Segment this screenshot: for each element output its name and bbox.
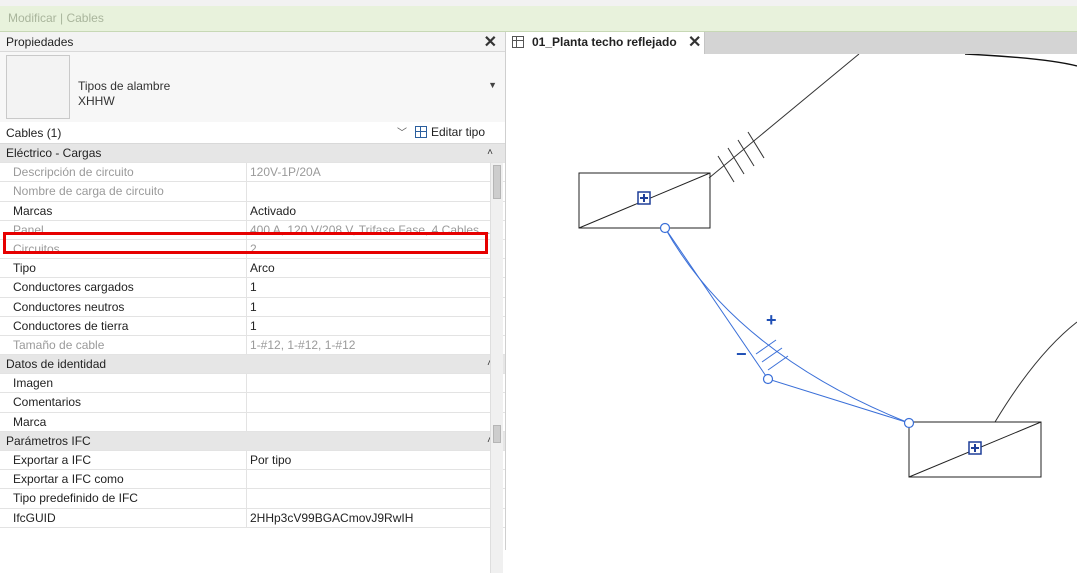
property-name: Tamaño de cable (0, 335, 247, 355)
property-name: Comentarios (0, 393, 247, 412)
property-value[interactable] (248, 413, 492, 431)
property-row[interactable]: Conductores de tierra 1 (0, 316, 505, 336)
wire-grip[interactable] (659, 222, 671, 234)
property-name: Imagen (0, 374, 247, 393)
selected-wire[interactable] (664, 227, 910, 424)
property-row[interactable]: IfcGUID 2HHp3cV99BGACmovJ9RwIH (0, 508, 505, 528)
scroll-thumb[interactable] (493, 165, 501, 199)
property-value[interactable] (248, 393, 492, 411)
property-value[interactable] (248, 374, 492, 392)
close-icon[interactable]: ✕ (688, 32, 701, 52)
type-preview-image (6, 55, 70, 119)
property-name: Exportar a IFC como (0, 470, 247, 489)
property-name: Nombre de carga de circuito (0, 182, 247, 201)
properties-header: Propiedades ✕ (0, 32, 505, 52)
context-ribbon: Modificar | Cables (0, 6, 1077, 32)
property-grid: Eléctrico - Cargas ˄ Descripción de circ… (0, 144, 505, 528)
property-row[interactable]: Conductores cargados 1 (0, 278, 505, 298)
wire-tick (737, 139, 755, 167)
property-value[interactable]: 2HHp3cV99BGACmovJ9RwIH (248, 509, 492, 527)
wire-tick (755, 339, 777, 355)
property-row[interactable]: Descripción de circuito 120V-1P/20A (0, 163, 505, 183)
property-row[interactable]: Tipo Arco (0, 259, 505, 279)
property-name: Conductores neutros (0, 297, 247, 316)
property-value[interactable]: 1 (248, 278, 492, 296)
floor-plan-icon (512, 36, 524, 48)
wire-tick (761, 347, 783, 363)
property-row[interactable]: Comentarios (0, 393, 505, 413)
property-name: IfcGUID (0, 508, 247, 527)
property-row[interactable]: Imagen (0, 374, 505, 394)
property-value: 1-#12, 1-#12, 1-#12 (250, 337, 356, 352)
group-title: Eléctrico - Cargas (6, 146, 102, 160)
wire-tick (747, 131, 765, 159)
ceiling-line (708, 53, 860, 179)
drawing-svg: + − (578, 53, 1077, 478)
wire-grip[interactable] (762, 373, 774, 385)
instance-filter[interactable]: Cables (1) ﹀ Editar tipo (0, 122, 505, 144)
properties-palette: Propiedades ✕ Tipos de alambre XHHW ▼ Ca… (0, 32, 506, 573)
selected-wire[interactable] (664, 227, 910, 424)
group-title: Datos de identidad (6, 357, 107, 372)
group-title: Parámetros IFC (6, 433, 91, 448)
property-name: Conductores de tierra (0, 316, 247, 335)
property-name: Marcas (0, 201, 247, 220)
property-scrollbar[interactable] (490, 163, 503, 573)
view-tab-title: 01_Planta techo reflejado (532, 35, 677, 49)
property-value[interactable] (248, 489, 492, 507)
edit-type-button[interactable]: Editar tipo (415, 125, 485, 139)
ceiling-arc-top (964, 53, 1077, 67)
edit-type-icon (415, 126, 427, 138)
property-row[interactable]: Tipo predefinido de IFC (0, 489, 505, 509)
property-name: Tipo (0, 259, 247, 278)
drawing-canvas[interactable]: + − (506, 53, 1077, 550)
property-row[interactable]: Nombre de carga de circuito (0, 182, 505, 202)
dropdown-arrow-icon[interactable]: ▼ (488, 80, 497, 90)
property-value (248, 182, 492, 200)
wire-tick (727, 147, 745, 175)
property-name: Tipo predefinido de IFC (0, 489, 247, 508)
wire-tick (767, 355, 789, 371)
property-row-marcas[interactable]: Marcas Activado (0, 201, 505, 221)
property-value: 120V-1P/20A (250, 165, 321, 180)
property-value[interactable]: Arco (248, 259, 492, 277)
group-header-identity[interactable]: Datos de identidad ˄ (0, 355, 505, 375)
property-value[interactable]: 1 (248, 317, 492, 335)
property-row[interactable]: Marca (0, 412, 505, 432)
wire-grip[interactable] (903, 417, 915, 429)
property-row[interactable]: Tamaño de cable 1-#12, 1-#12, 1-#12 (0, 335, 505, 356)
property-row[interactable]: Exportar a IFC Por tipo (0, 451, 505, 471)
view-tab[interactable]: 01_Planta techo reflejado ✕ (506, 32, 705, 54)
type-name: XHHW (78, 94, 115, 108)
highlight-box (3, 232, 488, 254)
remove-tick-control[interactable]: − (736, 344, 747, 364)
chevron-down-icon[interactable]: ﹀ (397, 124, 407, 139)
type-selector[interactable]: Tipos de alambre XHHW ▼ (0, 52, 505, 123)
property-value[interactable] (248, 470, 492, 488)
property-value[interactable]: Por tipo (248, 451, 492, 469)
edit-type-label: Editar tipo (431, 125, 486, 139)
property-name: Descripción de circuito (0, 163, 247, 182)
property-name: Marca (0, 412, 247, 431)
property-row[interactable]: Exportar a IFC como (0, 470, 505, 490)
property-row[interactable]: Conductores neutros 1 (0, 297, 505, 317)
add-tick-control[interactable]: + (766, 310, 777, 330)
scroll-thumb[interactable] (493, 425, 501, 443)
ceiling-arc-right (994, 321, 1077, 423)
instance-filter-label: Cables (1) (6, 126, 62, 140)
context-title: Modificar | Cables (8, 11, 104, 25)
property-name: Exportar a IFC (0, 451, 247, 470)
group-header-electrical[interactable]: Eléctrico - Cargas ˄ (0, 144, 505, 164)
property-name: Conductores cargados (0, 278, 247, 297)
group-header-ifc[interactable]: Parámetros IFC ˄ (0, 431, 505, 451)
type-family-name: Tipos de alambre (78, 79, 171, 93)
property-value[interactable]: Activado (248, 202, 492, 220)
close-icon[interactable]: ✕ (484, 32, 497, 52)
collapse-icon[interactable]: ˄ (487, 144, 493, 162)
property-value[interactable]: 1 (248, 298, 492, 316)
properties-title: Propiedades (6, 35, 74, 49)
